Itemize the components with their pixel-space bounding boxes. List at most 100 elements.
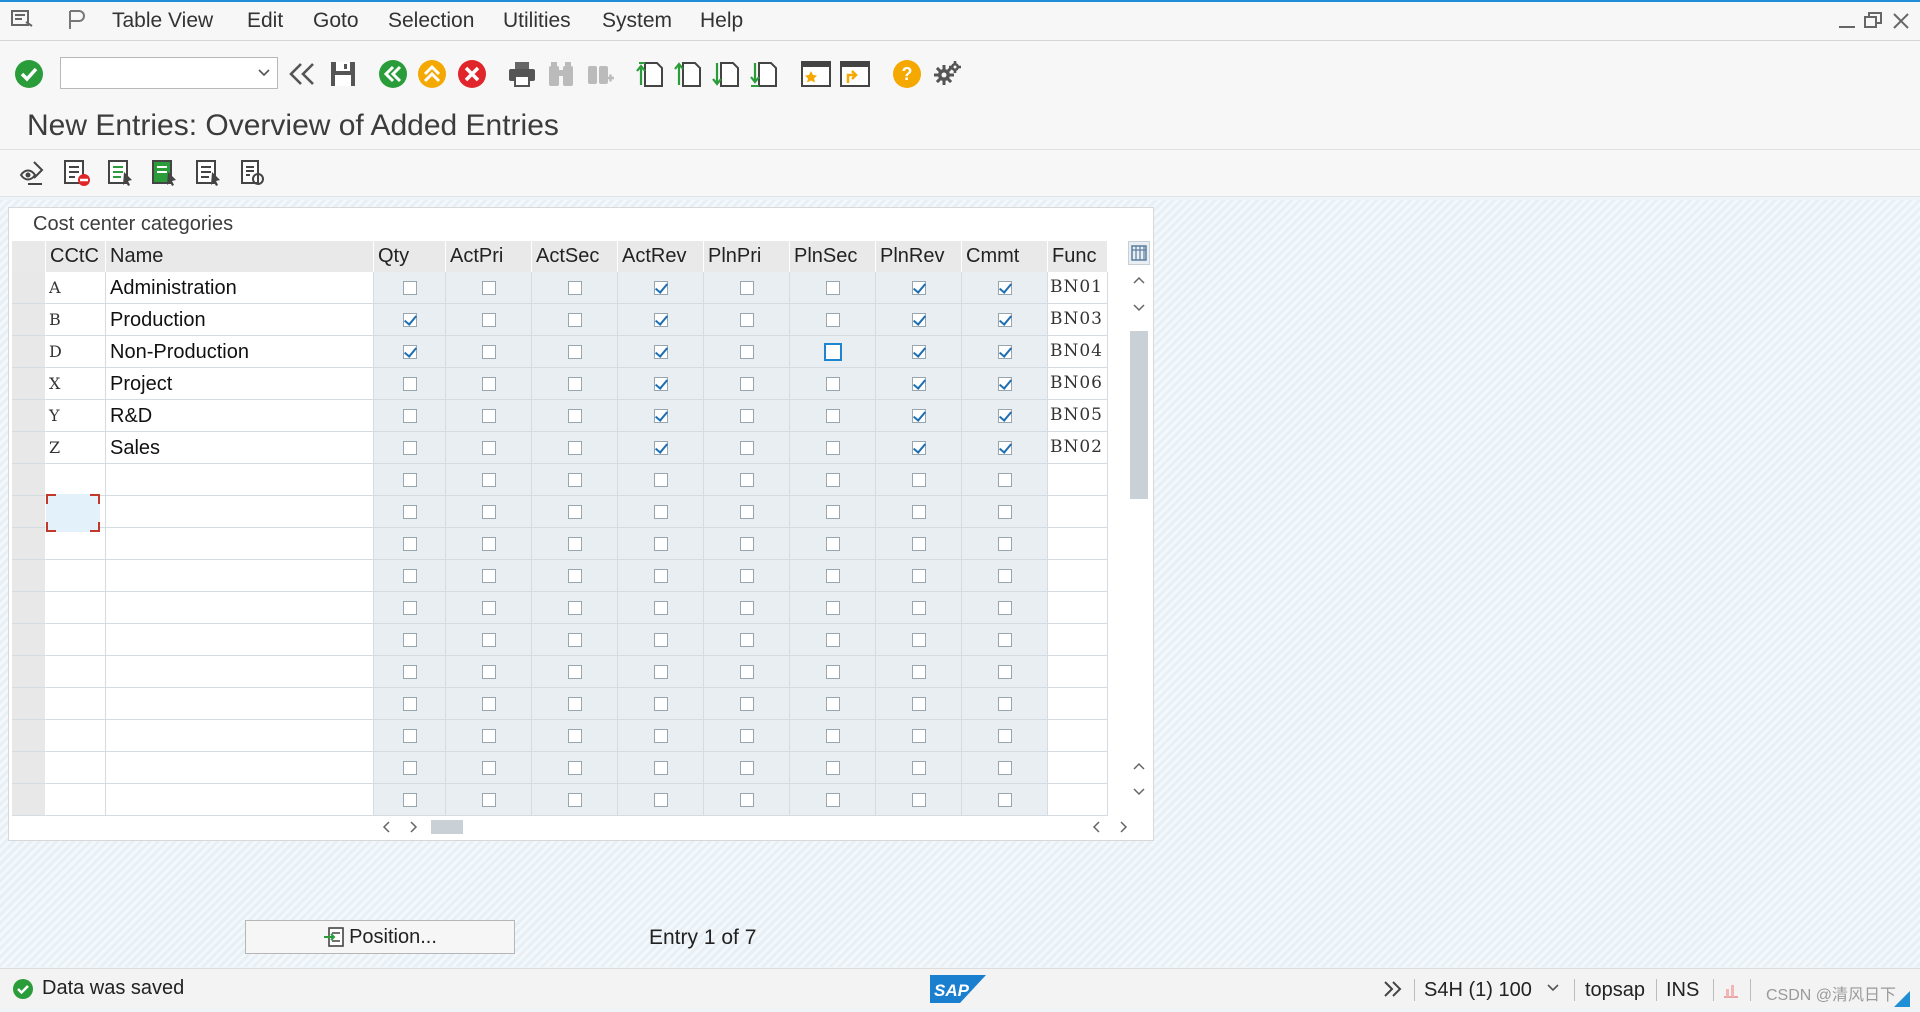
system-dropdown-icon[interactable] (1546, 981, 1560, 1000)
close-window-icon[interactable] (1890, 10, 1914, 32)
checkbox[interactable] (825, 376, 840, 391)
row-selector[interactable] (12, 656, 46, 688)
vertical-scrollbar[interactable] (1126, 241, 1152, 811)
checkbox[interactable] (911, 792, 926, 807)
func-field[interactable] (1048, 560, 1108, 592)
checkbox[interactable] (481, 664, 496, 679)
checkbox[interactable] (402, 408, 417, 423)
scroll-column-right-icon[interactable] (1117, 820, 1129, 839)
checkbox[interactable] (997, 504, 1012, 519)
cost-center-category-field[interactable] (46, 560, 106, 592)
create-session-button[interactable] (799, 57, 833, 91)
checkbox[interactable] (997, 376, 1012, 391)
row-selector[interactable] (12, 336, 46, 368)
collapse-toolbar-button[interactable] (285, 57, 319, 91)
print-button[interactable] (505, 57, 539, 91)
menu-edit[interactable]: Edit (247, 9, 283, 33)
checkbox[interactable] (653, 344, 668, 359)
func-field[interactable] (1048, 752, 1108, 784)
checkbox[interactable] (911, 696, 926, 711)
checkbox[interactable] (739, 664, 754, 679)
func-field[interactable] (1048, 624, 1108, 656)
checkbox[interactable] (739, 408, 754, 423)
checkbox[interactable] (825, 760, 840, 775)
checkbox[interactable] (825, 600, 840, 615)
name-field[interactable] (106, 464, 374, 496)
checkbox[interactable] (911, 408, 926, 423)
checkbox[interactable] (567, 632, 582, 647)
checkbox[interactable] (911, 376, 926, 391)
checkbox[interactable] (481, 632, 496, 647)
checkbox[interactable] (567, 792, 582, 807)
checkbox[interactable] (402, 600, 417, 615)
scroll-up-icon[interactable] (1132, 273, 1146, 291)
checkbox[interactable] (997, 536, 1012, 551)
row-selector[interactable] (12, 688, 46, 720)
row-selector[interactable] (12, 272, 46, 304)
name-field[interactable] (106, 528, 374, 560)
deselect-all-icon[interactable] (194, 158, 226, 190)
func-field[interactable] (1048, 464, 1108, 496)
func-field[interactable] (1048, 592, 1108, 624)
checkbox[interactable] (567, 280, 582, 295)
checkbox[interactable] (911, 728, 926, 743)
name-field[interactable] (106, 752, 374, 784)
checkbox[interactable] (997, 792, 1012, 807)
checkbox[interactable] (997, 696, 1012, 711)
checkbox[interactable] (739, 312, 754, 327)
checkbox[interactable] (997, 312, 1012, 327)
header-col-func[interactable]: Func (1048, 241, 1108, 272)
name-field[interactable]: Administration (106, 272, 374, 304)
row-selector[interactable] (12, 592, 46, 624)
checkbox[interactable] (481, 536, 496, 551)
checkbox[interactable] (823, 342, 842, 361)
header-col-plnpri[interactable]: PlnPri (704, 241, 790, 272)
checkbox[interactable] (481, 568, 496, 583)
cost-center-category-field[interactable] (46, 624, 106, 656)
checkbox[interactable] (653, 472, 668, 487)
checkbox[interactable] (825, 504, 840, 519)
func-field[interactable]: BN05 (1048, 400, 1108, 432)
cost-center-category-field[interactable]: D (46, 336, 106, 368)
delete-entry-icon[interactable] (62, 158, 94, 190)
expand-status-icon[interactable] (1382, 979, 1404, 1004)
checkbox[interactable] (997, 760, 1012, 775)
checkbox[interactable] (825, 664, 840, 679)
header-col-cctc[interactable]: CCtC (46, 241, 106, 272)
name-field[interactable]: Non-Production (106, 336, 374, 368)
cost-center-category-field[interactable] (46, 752, 106, 784)
checkbox[interactable] (739, 568, 754, 583)
cost-center-category-field[interactable] (46, 464, 106, 496)
checkbox[interactable] (911, 344, 926, 359)
checkbox[interactable] (739, 472, 754, 487)
checkbox[interactable] (481, 600, 496, 615)
checkbox[interactable] (653, 696, 668, 711)
checkbox[interactable] (567, 760, 582, 775)
row-selector[interactable] (12, 464, 46, 496)
insert-mode[interactable]: INS (1666, 979, 1699, 1002)
checkbox[interactable] (567, 344, 582, 359)
checkbox[interactable] (481, 504, 496, 519)
checkbox[interactable] (653, 504, 668, 519)
name-field[interactable] (106, 560, 374, 592)
checkbox[interactable] (402, 568, 417, 583)
checkbox[interactable] (825, 408, 840, 423)
name-field[interactable] (106, 496, 374, 528)
checkbox[interactable] (481, 344, 496, 359)
menu-table-view[interactable]: Table View (112, 9, 213, 33)
checkbox[interactable] (997, 664, 1012, 679)
cost-center-category-field[interactable]: A (46, 272, 106, 304)
checkbox[interactable] (825, 440, 840, 455)
find-next-button[interactable] (583, 57, 617, 91)
checkbox[interactable] (653, 632, 668, 647)
row-selector[interactable] (12, 752, 46, 784)
checkbox[interactable] (481, 472, 496, 487)
checkbox[interactable] (653, 312, 668, 327)
row-selector[interactable] (12, 560, 46, 592)
checkbox[interactable] (739, 440, 754, 455)
checkbox[interactable] (567, 568, 582, 583)
checkbox[interactable] (825, 792, 840, 807)
row-selector[interactable] (12, 528, 46, 560)
cost-center-category-field[interactable] (46, 688, 106, 720)
layout-icon[interactable] (64, 8, 90, 32)
